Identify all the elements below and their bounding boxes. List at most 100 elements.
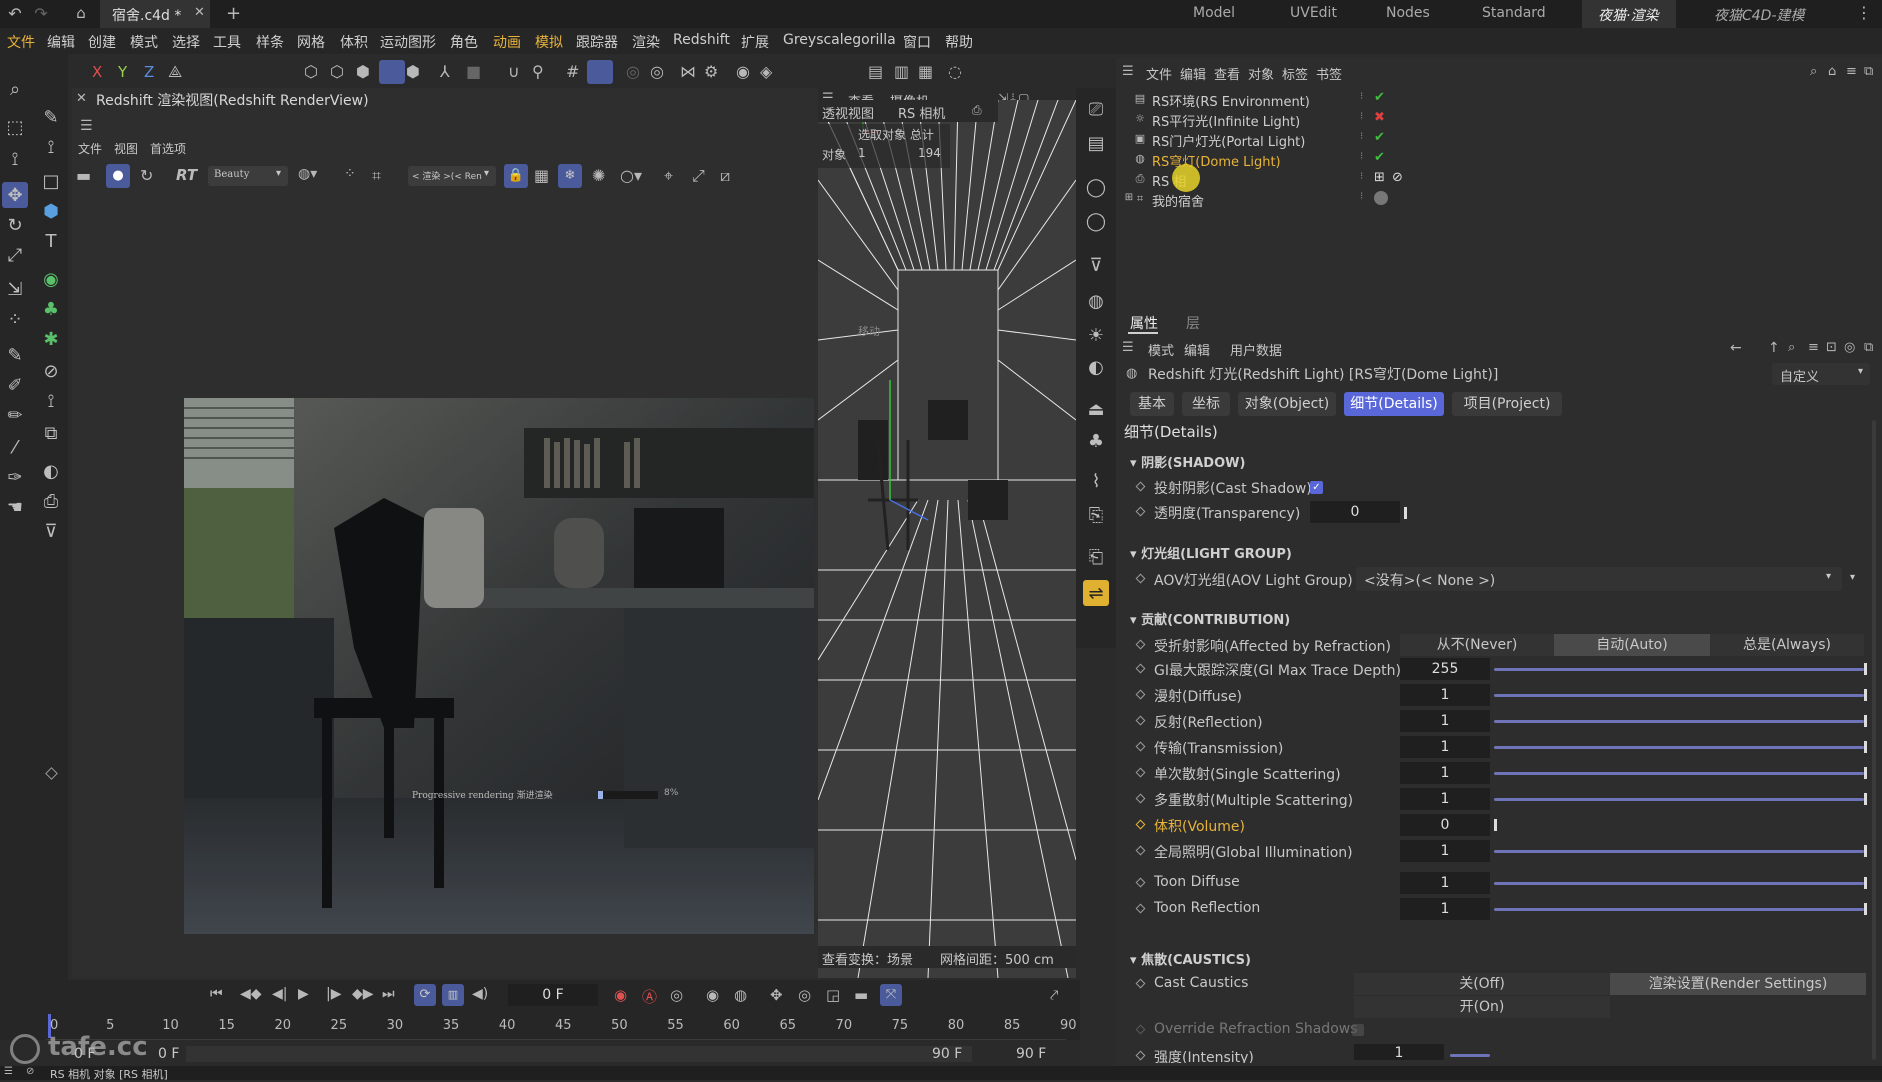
search-icon[interactable]: ⌕ [1810, 64, 1817, 79]
go-end-icon[interactable]: ⏭ [382, 986, 395, 1002]
render-region-icon[interactable]: ▤ [868, 62, 883, 81]
row-value-input[interactable]: 1 [1400, 710, 1490, 732]
cast-shadow-checkbox[interactable]: ✓ [1310, 481, 1323, 494]
menu-mesh[interactable]: 网格 [297, 32, 325, 52]
cloner-icon[interactable]: ♣ [38, 296, 64, 322]
crop-icon[interactable]: ⌗ [372, 166, 381, 186]
search-icon[interactable]: ⌕ [2, 76, 28, 102]
refresh-icon[interactable]: ↻ [140, 166, 153, 185]
effector-icon[interactable]: ✱ [38, 326, 64, 352]
objmgr-menu-edit[interactable]: 编辑 [1180, 64, 1206, 83]
cube-outline-icon[interactable]: □ [38, 168, 64, 194]
renderview-menu-view[interactable]: 视图 [114, 140, 138, 157]
uv-mode-icon[interactable]: ⬢ [406, 62, 420, 81]
visibility-dots[interactable]: ⁝ [1360, 191, 1363, 202]
autokey-icon[interactable]: Ⓐ [642, 986, 657, 1007]
volume-icon[interactable]: ⧉ [38, 420, 64, 446]
coordinate-system-icon[interactable]: ⟁ [168, 62, 182, 82]
param-key-icon[interactable]: ◎ [798, 986, 811, 1004]
document-tab[interactable]: 宿舍.c4d * ✕ [100, 0, 210, 28]
new-window-icon[interactable]: ⧉ [1864, 340, 1873, 355]
scrollbar[interactable] [1872, 420, 1876, 1060]
objmgr-menu-object[interactable]: 对象 [1248, 64, 1274, 83]
visibility-dots[interactable]: ⁝ [1360, 91, 1363, 102]
next-frame-icon[interactable]: |▶ [326, 986, 341, 1002]
row-slider[interactable] [1494, 908, 1864, 911]
attr-menu-edit[interactable]: 编辑 [1184, 340, 1210, 359]
check-icon[interactable]: ✔ [1374, 130, 1385, 145]
render-queue-icon[interactable]: ▤ [1083, 130, 1109, 156]
objmgr-menu-tag[interactable]: 标签 [1282, 64, 1308, 83]
workplane-icon[interactable]: ◎ [626, 62, 640, 81]
section-shadow[interactable]: ▾ 阴影(SHADOW) [1130, 452, 1245, 471]
row-slider[interactable] [1494, 850, 1864, 853]
row-value-input[interactable]: 255 [1400, 658, 1490, 680]
row-slider[interactable] [1494, 798, 1864, 801]
attr-menu-mode[interactable]: 模式 [1148, 340, 1174, 359]
lock-icon[interactable]: ⊡ [1826, 340, 1837, 355]
light-icon[interactable]: ◐ [38, 458, 64, 484]
menu-tools[interactable]: 工具 [213, 32, 241, 52]
move-tool-icon[interactable]: ✥ [2, 182, 28, 208]
snap-icon[interactable]: # [566, 62, 579, 81]
point-mode-icon[interactable]: ⬡ [304, 62, 318, 81]
workspace-uvedit[interactable]: UVEdit [1290, 5, 1337, 21]
rotation-key-icon[interactable]: ◍ [734, 986, 747, 1004]
dome-light-icon[interactable]: ◐ [1083, 354, 1109, 380]
attr-menu-userdata[interactable]: 用户数据 [1230, 340, 1282, 359]
close-icon[interactable]: ✕ [76, 91, 87, 106]
preset-select[interactable]: 自定义 ▾ [1772, 363, 1870, 385]
grid-icon[interactable]: ▦ [534, 166, 549, 185]
generator-icon[interactable]: ◉ [38, 266, 64, 292]
select-icon[interactable]: ⟟ [2, 146, 28, 172]
row-slider-handle[interactable] [1864, 715, 1867, 727]
search-icon[interactable]: ⌕ [1788, 340, 1795, 355]
axis-z-toggle[interactable]: Z [144, 63, 154, 81]
workspace-model[interactable]: Model [1193, 5, 1235, 21]
position-key-icon[interactable]: ◉ [706, 986, 719, 1004]
row-slider-handle[interactable] [1494, 819, 1497, 831]
mirror-icon[interactable]: ⋈ [680, 62, 696, 81]
hamburger-icon[interactable]: ☰ [80, 118, 93, 134]
keyframe-diamond[interactable] [36, 764, 66, 784]
row-slider-handle[interactable] [1864, 793, 1867, 805]
visibility-dots[interactable]: ⁝ [1360, 171, 1363, 182]
row-slider[interactable] [1494, 668, 1864, 671]
intensity-slider[interactable] [1450, 1054, 1490, 1057]
hamburger-icon[interactable]: ☰ [1122, 64, 1134, 79]
rotate-tool-icon[interactable]: ↻ [2, 212, 28, 238]
hand-icon[interactable]: ☚ [2, 494, 28, 520]
refraction-always[interactable]: 总是(Always) [1710, 634, 1864, 656]
focus-icon[interactable]: ⌖ [664, 166, 673, 186]
workspace-modeling[interactable]: 夜猫C4D-建模 [1714, 5, 1805, 25]
motion-system-icon[interactable]: ▬ [854, 986, 868, 1004]
menu-render[interactable]: 渲染 [632, 32, 660, 52]
magnet-icon[interactable]: ∪ [508, 62, 520, 81]
aov-group-select[interactable]: <没有>(< None >) ▾ [1356, 567, 1842, 591]
undo-icon[interactable]: ↶ [6, 4, 24, 23]
menu-select[interactable]: 选择 [172, 32, 200, 52]
compare-icon[interactable]: ⧄ [720, 166, 730, 186]
material-icon[interactable]: ◯ [1083, 208, 1109, 234]
render-button[interactable]: ● [106, 164, 130, 188]
cross-icon[interactable]: ✖ [1374, 110, 1385, 125]
viewport-tab-perspective[interactable]: 透视视图 [822, 103, 874, 122]
attach-icon[interactable]: ⌇ [1083, 468, 1109, 494]
row-value-input[interactable]: 1 [1400, 736, 1490, 758]
row-slider-handle[interactable] [1864, 689, 1867, 701]
row-value-input[interactable]: 1 [1400, 788, 1490, 810]
play-icon[interactable]: ▶ [298, 986, 309, 1002]
check-icon[interactable]: ✔ [1374, 150, 1385, 165]
fit-icon[interactable]: ⤢ [692, 166, 705, 186]
visibility-dots[interactable]: ⁝ [1360, 151, 1363, 162]
check-icon[interactable]: ✔ [1374, 90, 1385, 105]
transfer-icon[interactable]: ⇲ [2, 276, 28, 302]
home-icon[interactable]: ⌂ [72, 4, 90, 22]
aov-select[interactable]: Beauty ▾ [208, 166, 288, 186]
scale-key-icon[interactable]: ✥ [770, 986, 783, 1004]
menu-file[interactable]: 文件 [7, 32, 35, 52]
clapper-icon[interactable]: ▬ [76, 166, 91, 185]
row-value-input[interactable]: 1 [1400, 684, 1490, 706]
scale-tool-icon[interactable]: ⤢ [2, 242, 28, 268]
tab-attributes[interactable]: 属性 [1130, 313, 1158, 333]
